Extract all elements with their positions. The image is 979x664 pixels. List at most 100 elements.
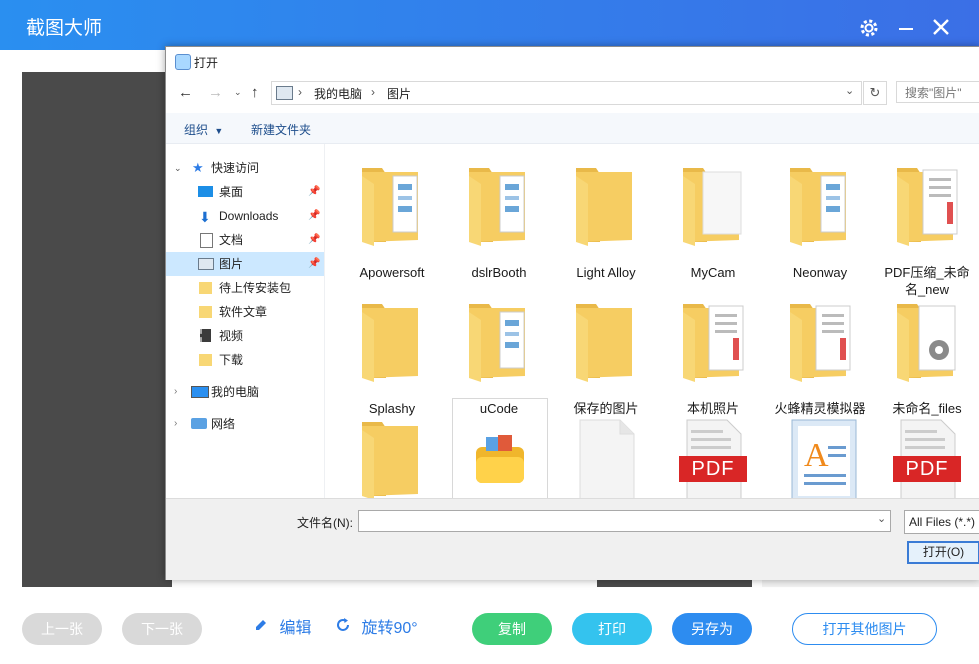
open-other-image-button[interactable]: 打开其他图片: [792, 613, 937, 645]
file-icon: [574, 416, 638, 498]
file-tile-folder[interactable]: Light Alloy: [559, 156, 653, 286]
expand-chevron-right-icon[interactable]: ›: [174, 380, 177, 404]
pin-icon: 📌: [308, 228, 320, 252]
folder-icon: [199, 306, 212, 318]
file-tile-file[interactable]: [559, 410, 653, 498]
file-tile-folder[interactable]: Apowersoft: [345, 156, 439, 286]
filename-label: 文件名(N):: [297, 514, 353, 531]
nav-network[interactable]: › 网络: [166, 412, 324, 436]
pictures-icon: [198, 258, 214, 270]
pin-icon: 📌: [308, 180, 320, 204]
network-icon: [191, 418, 207, 429]
nav-item-label: Downloads: [219, 204, 278, 228]
file-name-label: dslrBooth: [452, 264, 546, 281]
file-tile-folder[interactable]: Splashy: [345, 292, 439, 422]
file-tile-folder[interactable]: 本机照片: [666, 292, 760, 422]
print-button[interactable]: 打印: [572, 613, 652, 645]
folder-icon: [788, 162, 852, 249]
app-file-icon: [468, 417, 532, 498]
minimize-icon[interactable]: [899, 28, 913, 30]
folder-icon: [895, 298, 959, 385]
navigation-pane: ⌄ ★ 快速访问 桌面 📌 ⬇ Downloads 📌 文档 📌 图片 📌 待上…: [166, 144, 325, 498]
address-dropdown-chevron-icon[interactable]: ⌄: [845, 84, 854, 97]
dialog-app-icon: [175, 54, 191, 70]
file-tile-folder[interactable]: 火蜂精灵模拟器: [773, 292, 867, 422]
command-bar: 组织 ▼ 新建文件夹: [166, 113, 979, 144]
open-file-dialog: 打开 ← → ⌄ ↑ › 我的电脑 › 图片 ⌄ ↻ 搜索"图片" 组织 ▼ 新…: [165, 46, 979, 580]
file-tile-text-file[interactable]: A: [773, 410, 867, 498]
nav-item-downloads[interactable]: ⬇ Downloads 📌: [166, 204, 324, 228]
file-tile-folder[interactable]: 保存的图片: [559, 292, 653, 422]
pdf-file-icon: PDF: [895, 416, 961, 498]
expand-chevron-down-icon[interactable]: ⌄: [174, 156, 182, 180]
copy-button[interactable]: 复制: [472, 613, 552, 645]
edit-button[interactable]: 编辑: [253, 617, 311, 641]
pin-icon: 📌: [308, 204, 320, 228]
file-type-select[interactable]: All Files (*.*): [904, 510, 979, 534]
forward-arrow-icon[interactable]: →: [208, 84, 223, 102]
rotate-icon: [335, 617, 353, 641]
desktop-icon: [198, 186, 213, 197]
file-name-label: Light Alloy: [559, 264, 653, 281]
refresh-icon[interactable]: ↻: [863, 81, 887, 105]
folder-icon: [895, 162, 959, 249]
nav-item-desktop[interactable]: 桌面 📌: [166, 180, 324, 204]
folder-icon: [574, 162, 638, 249]
nav-this-pc-label: 我的电脑: [211, 380, 259, 404]
search-input[interactable]: 搜索"图片": [896, 81, 979, 103]
pictures-location-icon: [276, 86, 293, 100]
breadcrumb-separator-icon: ›: [371, 85, 375, 99]
next-image-button[interactable]: 下一张: [122, 613, 202, 645]
file-tile-app-file[interactable]: [452, 398, 548, 498]
breadcrumb-pictures[interactable]: 图片: [387, 85, 411, 102]
folder-icon: [788, 298, 852, 385]
address-bar[interactable]: › 我的电脑 › 图片 ⌄: [271, 81, 862, 105]
text-file-icon: A: [788, 416, 860, 498]
nav-item-folder-upload[interactable]: 待上传安装包: [166, 276, 324, 300]
organize-menu[interactable]: 组织 ▼: [184, 121, 223, 138]
rotate-button[interactable]: 旋转90°: [335, 617, 418, 641]
folder-icon: [681, 298, 745, 385]
image-preview-panel: [22, 72, 172, 587]
file-tile-folder[interactable]: dslrBooth: [452, 156, 546, 286]
close-icon[interactable]: [932, 18, 950, 39]
file-name-label: MyCam: [666, 264, 760, 281]
pdf-file-icon: PDF: [681, 416, 747, 498]
filename-dropdown-chevron-icon[interactable]: ⌄: [877, 512, 886, 525]
file-tile-folder[interactable]: PDF压缩_未命名_new: [880, 156, 974, 286]
expand-chevron-right-icon[interactable]: ›: [174, 412, 177, 436]
organize-label: 组织: [184, 123, 208, 137]
nav-quick-access[interactable]: ⌄ ★ 快速访问: [166, 156, 324, 180]
file-tile-folder[interactable]: Neonway: [773, 156, 867, 286]
svg-text:A: A: [804, 437, 829, 474]
previous-image-button[interactable]: 上一张: [22, 613, 102, 645]
pin-icon: 📌: [308, 252, 320, 276]
nav-item-documents[interactable]: 文档 📌: [166, 228, 324, 252]
nav-item-videos[interactable]: 视频: [166, 324, 324, 348]
nav-item-label: 视频: [219, 324, 243, 348]
nav-this-pc[interactable]: › 我的电脑: [166, 380, 324, 404]
nav-item-pictures[interactable]: 图片 📌: [166, 252, 324, 276]
up-arrow-icon[interactable]: ↑: [251, 84, 259, 102]
file-tile-pdf-file[interactable]: PDF: [666, 410, 760, 498]
filename-input[interactable]: ⌄: [358, 510, 891, 532]
new-folder-button[interactable]: 新建文件夹: [251, 121, 311, 138]
file-tile-folder[interactable]: MyCam: [666, 156, 760, 286]
recent-locations-chevron-icon[interactable]: ⌄: [234, 87, 242, 98]
nav-item-folder-articles[interactable]: 软件文章: [166, 300, 324, 324]
file-tile-pdf-file[interactable]: PDF: [880, 410, 974, 498]
folder-icon: [467, 162, 531, 249]
back-arrow-icon[interactable]: ←: [178, 84, 193, 102]
open-button[interactable]: 打开(O): [907, 541, 979, 564]
nav-item-folder-downloads-cn[interactable]: 下载: [166, 348, 324, 372]
app-title-bar: [0, 0, 979, 50]
file-name-label: Apowersoft: [345, 264, 439, 281]
settings-gear-icon[interactable]: [856, 17, 882, 43]
file-tile-folder[interactable]: [345, 410, 439, 498]
nav-item-label: 软件文章: [219, 300, 267, 324]
file-tile-folder[interactable]: 未命名_files: [880, 292, 974, 422]
breadcrumb-this-pc[interactable]: 我的电脑: [314, 85, 362, 102]
nav-item-label: 待上传安装包: [219, 276, 291, 300]
save-as-button[interactable]: 另存为: [672, 613, 752, 645]
folder-icon: [199, 282, 212, 294]
